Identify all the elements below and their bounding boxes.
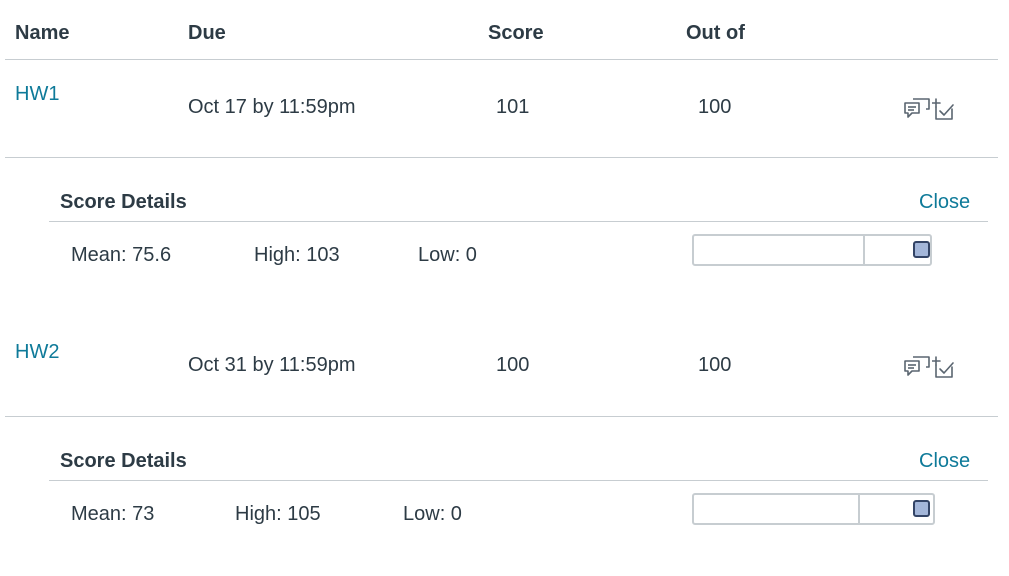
score-distribution-plot	[692, 234, 932, 266]
mean-marker-line	[863, 236, 865, 264]
low-score: Low: 0	[418, 244, 477, 266]
score-details-divider	[49, 480, 988, 481]
row-divider	[5, 157, 998, 158]
due-date: Oct 31 by 11:59pm	[188, 354, 356, 376]
close-score-details-button[interactable]: Close	[919, 191, 970, 214]
column-header-name[interactable]: Name	[15, 22, 69, 45]
column-header-score[interactable]: Score	[488, 22, 544, 45]
assignment-actions	[904, 98, 958, 122]
close-score-details-button[interactable]: Close	[919, 450, 970, 473]
mean-score: Mean: 73	[71, 503, 155, 525]
high-score: High: 105	[235, 503, 321, 525]
mean-marker-line	[858, 495, 860, 523]
your-score-marker	[913, 241, 930, 258]
header-divider	[5, 59, 998, 60]
column-header-due[interactable]: Due	[188, 22, 226, 45]
score-details-divider	[49, 221, 988, 222]
rubric-checklist-icon[interactable]	[932, 356, 958, 380]
rubric-checklist-icon[interactable]	[932, 98, 958, 122]
score-details-title: Score Details	[60, 191, 187, 213]
score-details-title: Score Details	[60, 450, 187, 472]
score-value: 100	[496, 354, 530, 376]
comment-icon[interactable]	[904, 356, 930, 380]
low-score: Low: 0	[403, 503, 462, 525]
column-header-out-of[interactable]: Out of	[686, 22, 745, 45]
due-date: Oct 17 by 11:59pm	[188, 96, 356, 118]
points-possible: 100	[698, 354, 732, 376]
assignment-link-hw1[interactable]: HW1	[15, 83, 59, 106]
assignment-actions	[904, 356, 958, 380]
high-score: High: 103	[254, 244, 340, 266]
mean-score: Mean: 75.6	[71, 244, 172, 266]
assignment-link-hw2[interactable]: HW2	[15, 341, 59, 364]
comment-icon[interactable]	[904, 98, 930, 122]
points-possible: 100	[698, 96, 732, 118]
your-score-marker	[912, 500, 930, 517]
score-value: 101	[496, 96, 530, 118]
score-distribution-plot	[692, 493, 935, 525]
row-divider	[5, 416, 998, 417]
